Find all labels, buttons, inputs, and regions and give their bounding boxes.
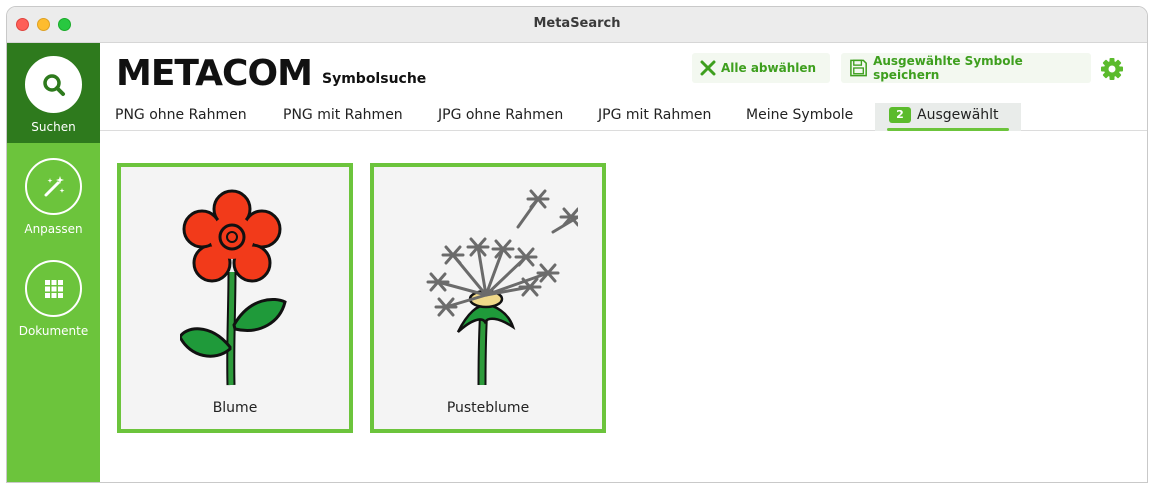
tab-label: PNG ohne Rahmen	[115, 107, 247, 123]
tab-png-ohne-rahmen[interactable]: PNG ohne Rahmen	[115, 103, 247, 131]
metacom-logo: METACOM	[116, 53, 313, 94]
flower-icon	[180, 189, 287, 386]
deselect-all-button[interactable]: Alle abwählen	[692, 53, 830, 83]
sidebar-item-dokumente[interactable]: Dokumente	[7, 247, 100, 347]
sidebar: Suchen Anpassen Dokumente	[7, 43, 100, 482]
tab-png-mit-rahmen[interactable]: PNG mit Rahmen	[283, 103, 403, 131]
symbol-card-blume[interactable]: Blume	[117, 163, 353, 433]
page-subtitle: Symbolsuche	[322, 71, 427, 87]
tab-ausgewaehlt[interactable]: 2 Ausgewählt	[875, 103, 1021, 131]
close-icon	[700, 60, 716, 76]
dandelion-icon	[426, 189, 578, 386]
tab-jpg-mit-rahmen[interactable]: JPG mit Rahmen	[598, 103, 711, 131]
floppy-disk-icon	[850, 59, 867, 77]
symbol-label: Pusteblume	[446, 400, 530, 416]
format-tabs: PNG ohne Rahmen PNG mit Rahmen JPG ohne …	[100, 103, 1147, 131]
magic-wand-icon	[44, 175, 64, 196]
search-icon-circle	[25, 56, 82, 113]
magic-wand-icon-circle	[25, 158, 82, 215]
tab-label: Ausgewählt	[917, 107, 999, 123]
sidebar-item-label: Dokumente	[18, 324, 89, 338]
tab-label: PNG mit Rahmen	[283, 107, 403, 123]
save-selected-label: Ausgewählte Symbole speichern	[873, 54, 1023, 82]
settings-button[interactable]	[1098, 55, 1126, 83]
tab-label: JPG ohne Rahmen	[438, 107, 564, 123]
header: METACOM Symbolsuche Alle abwählen Ausgew…	[100, 43, 1147, 103]
search-icon	[42, 73, 65, 96]
grid-icon	[44, 279, 63, 298]
gear-icon	[1101, 58, 1123, 80]
active-tab-indicator	[887, 128, 1009, 131]
symbol-label: Blume	[212, 400, 258, 416]
grid-icon-circle	[25, 260, 82, 317]
window-title: MetaSearch	[533, 16, 621, 31]
tab-meine-symbole[interactable]: Meine Symbole	[746, 103, 853, 131]
sidebar-item-label: Suchen	[31, 120, 76, 134]
app-window: MetaSearch Suchen Anpassen Dokumente MET…	[6, 6, 1148, 483]
symbol-card-pusteblume[interactable]: Pusteblume	[370, 163, 606, 433]
selected-count-badge: 2	[889, 107, 911, 123]
sidebar-item-anpassen[interactable]: Anpassen	[7, 145, 100, 245]
save-selected-button[interactable]: Ausgewählte Symbole speichern	[841, 53, 1091, 83]
title-bar: MetaSearch	[7, 7, 1147, 43]
tab-label: JPG mit Rahmen	[598, 107, 712, 123]
deselect-all-label: Alle abwählen	[721, 61, 817, 75]
tab-jpg-ohne-rahmen[interactable]: JPG ohne Rahmen	[438, 103, 563, 131]
sidebar-item-suchen[interactable]: Suchen	[7, 43, 100, 143]
tab-label: Meine Symbole	[746, 107, 854, 123]
sidebar-item-label: Anpassen	[24, 222, 83, 236]
